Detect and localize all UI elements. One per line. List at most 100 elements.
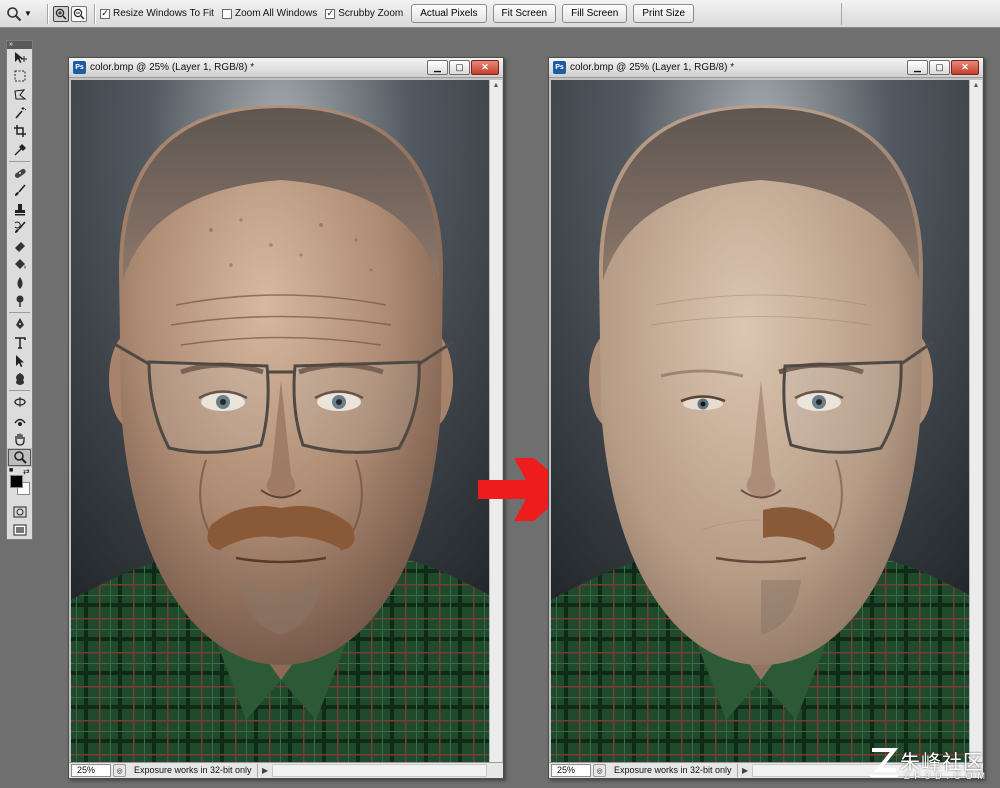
dodge-icon — [16, 295, 23, 307]
dodge-tool[interactable] — [7, 292, 32, 310]
status-menu-icon[interactable]: ◎ — [113, 764, 126, 777]
photoshop-icon: Ps — [73, 61, 86, 74]
resize-windows-label: Resize Windows To Fit — [113, 8, 214, 19]
zoom-tool[interactable] — [7, 448, 32, 467]
document-window-original[interactable]: Ps color.bmp @ 25% (Layer 1, RGB/8) * ▁ … — [68, 57, 504, 779]
scroll-up-icon[interactable]: ▲ — [970, 80, 982, 92]
status-text: Exposure works in 32-bit only — [126, 764, 258, 777]
document-canvas[interactable] — [71, 80, 489, 762]
separator — [47, 3, 48, 24]
maximize-button[interactable]: ▢ — [929, 60, 950, 75]
zoom-all-windows-label: Zoom All Windows — [234, 8, 318, 19]
print-size-button[interactable]: Print Size — [633, 4, 695, 23]
minimize-icon: ▁ — [914, 62, 921, 72]
pen-tool[interactable] — [7, 315, 32, 333]
shape-tool[interactable] — [7, 370, 32, 388]
foreground-color-swatch[interactable] — [10, 474, 23, 488]
status-text: Exposure works in 32-bit only — [606, 764, 738, 777]
pen-icon — [15, 318, 24, 330]
fill-screen-button[interactable]: Fill Screen — [562, 4, 628, 23]
toolbox-separator — [9, 312, 30, 314]
paint-bucket-tool[interactable] — [7, 255, 32, 273]
eyedropper-tool[interactable] — [7, 140, 32, 158]
toolbox-header[interactable]: » — [7, 41, 32, 49]
status-arrow-icon[interactable]: ▶ — [742, 766, 748, 775]
document-titlebar[interactable]: Ps color.bmp @ 25% (Layer 1, RGB/8) * ▁ … — [549, 58, 983, 78]
magic-wand-icon — [14, 107, 26, 119]
crop-icon — [13, 125, 26, 138]
toolbox: » ■ ⇄ — [6, 40, 33, 540]
vertical-scrollbar[interactable]: ▲ — [969, 80, 982, 762]
swap-colors-icon[interactable]: ⇄ — [23, 467, 30, 476]
type-tool[interactable] — [7, 333, 32, 351]
polygonal-lasso-icon — [13, 89, 27, 100]
scrubby-zoom-checkbox[interactable]: ✓ Scrubby Zoom — [325, 8, 403, 19]
quick-mask-toggle[interactable] — [7, 503, 32, 521]
status-menu-icon[interactable]: ◎ — [593, 764, 606, 777]
maximize-icon: ▢ — [935, 62, 944, 72]
minimize-button[interactable]: ▁ — [907, 60, 928, 75]
vertical-scrollbar[interactable]: ▲ — [489, 80, 502, 762]
history-brush-tool[interactable] — [7, 219, 32, 237]
quick-mask-icon — [13, 506, 26, 518]
minimize-button[interactable]: ▁ — [427, 60, 448, 75]
marquee-tool[interactable] — [7, 67, 32, 85]
close-icon: ✕ — [481, 62, 489, 72]
tool-preset-picker[interactable]: ▼ — [6, 3, 42, 25]
fit-screen-button[interactable]: Fit Screen — [492, 4, 557, 23]
window-controls: ▁ ▢ ✕ — [427, 60, 499, 75]
color-swatches: ■ ⇄ — [7, 467, 32, 503]
spot-healing-tool[interactable] — [7, 164, 32, 182]
3d-orbit-icon — [13, 418, 26, 426]
scroll-up-icon[interactable]: ▲ — [490, 80, 502, 92]
photoshop-icon: Ps — [553, 61, 566, 74]
lasso-tool[interactable] — [7, 86, 32, 104]
crop-tool[interactable] — [7, 122, 32, 140]
zoom-icon — [13, 451, 27, 465]
clone-stamp-tool[interactable] — [7, 200, 32, 218]
maximize-button[interactable]: ▢ — [449, 60, 470, 75]
screen-mode-toggle[interactable] — [7, 521, 32, 539]
actual-pixels-button[interactable]: Actual Pixels — [411, 4, 487, 23]
watermark-domain: ZF3D.COM — [904, 771, 990, 781]
drop-icon — [17, 276, 22, 289]
hand-icon — [14, 433, 25, 446]
watermark: 朱峰社区 ZF3D.COM — [868, 742, 996, 786]
default-colors-icon[interactable]: ■ — [9, 467, 13, 474]
zoom-in-button[interactable] — [53, 5, 69, 22]
zoom-out-button[interactable] — [71, 5, 87, 22]
checkbox-box[interactable]: ✓ — [325, 8, 336, 19]
eraser-tool[interactable] — [7, 237, 32, 255]
zoom-out-icon — [73, 8, 85, 20]
checkbox-box[interactable]: ✓ — [100, 8, 110, 19]
document-window-edited[interactable]: Ps color.bmp @ 25% (Layer 1, RGB/8) * ▁ … — [548, 57, 984, 779]
document-titlebar[interactable]: Ps color.bmp @ 25% (Layer 1, RGB/8) * ▁ … — [69, 58, 503, 78]
resize-windows-checkbox[interactable]: ✓ Resize Windows To Fit — [100, 8, 214, 19]
path-selection-tool[interactable] — [7, 352, 32, 370]
separator — [841, 3, 842, 25]
hand-tool[interactable] — [7, 430, 32, 448]
custom-shape-icon — [15, 373, 24, 386]
move-tool[interactable] — [7, 49, 32, 67]
3d-rotate-icon — [13, 397, 26, 408]
toolbox-separator — [9, 160, 30, 162]
status-arrow-icon[interactable]: ▶ — [262, 766, 268, 775]
zoom-all-windows-checkbox[interactable]: Zoom All Windows — [221, 8, 318, 19]
zoom-level-field[interactable]: 25% — [551, 764, 591, 777]
blur-tool[interactable] — [7, 274, 32, 292]
history-brush-icon — [14, 221, 26, 233]
zf3d-logo-icon — [870, 748, 899, 777]
rectangle-marquee-icon — [14, 70, 25, 82]
checkbox-box[interactable] — [221, 8, 232, 19]
zoom-level-field[interactable]: 25% — [71, 764, 111, 777]
eraser-icon — [14, 242, 25, 253]
3d-orbit-tool[interactable] — [7, 412, 32, 430]
brush-tool[interactable] — [7, 182, 32, 200]
horizontal-scrollbar[interactable] — [272, 764, 487, 777]
close-button[interactable]: ✕ — [471, 60, 499, 75]
close-button[interactable]: ✕ — [951, 60, 979, 75]
type-icon — [14, 336, 26, 349]
document-canvas[interactable] — [551, 80, 969, 762]
3d-rotate-tool[interactable] — [7, 393, 32, 411]
quick-selection-tool[interactable] — [7, 104, 32, 122]
